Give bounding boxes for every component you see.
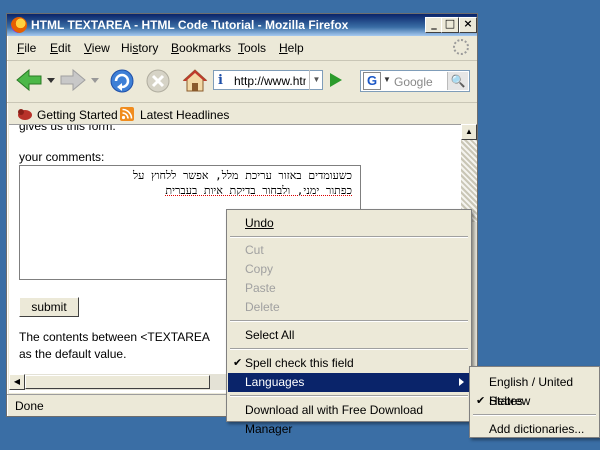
separator [230,395,468,397]
language-hebrew[interactable]: ✔ Hebrew [471,392,598,411]
checkmark-icon: ✔ [233,357,243,369]
status-text: Done [15,399,44,413]
firefox-logo-icon [11,17,27,33]
cut-off-text: gives us this form: [19,124,116,133]
horizontal-scrollbar[interactable]: ◀ [9,374,229,390]
go-icon[interactable] [330,73,342,87]
comments-label: your comments: [19,150,105,164]
menu-tools[interactable]: Tools [238,41,266,55]
misspelled-word[interactable]: בעברית [165,184,197,197]
url-dropdown-button[interactable]: ▼ [309,70,323,90]
bookmark-getting-started[interactable]: Getting Started [37,108,118,122]
menu-delete: Delete [245,300,280,314]
menu-cut: Cut [245,243,264,257]
back-button[interactable] [15,68,55,92]
context-menu: Undo Cut Copy Paste Delete Select All ✔ S… [226,209,472,436]
menu-select-all[interactable]: Select All [228,326,470,345]
title-bar[interactable]: HTML TEXTAREA - HTML Code Tutorial - Moz… [7,14,477,36]
textarea-line-2: כפתור ימני, ולבחור בדיקת איות בעברית [28,183,352,198]
checkmark-icon: ✔ [476,395,486,407]
submit-button[interactable]: submit [19,297,79,317]
menu-languages[interactable]: Languages [228,373,470,392]
textarea-line-2-a: כפתור ימני, ולבחור בדיקת איות [197,184,352,197]
info-icon: i [218,73,223,88]
menu-spell-check[interactable]: ✔ Spell check this field [228,354,470,373]
body-text-line-2: as the default value. [19,347,127,361]
engine-dropdown-icon[interactable]: ▼ [383,75,391,84]
maximize-button[interactable]: □ [441,17,459,33]
menu-view[interactable]: View [84,41,110,55]
close-button[interactable]: × [459,17,477,33]
menu-undo[interactable]: Undo [228,214,470,233]
add-dictionaries[interactable]: Add dictionaries... [471,420,598,439]
menu-copy: Copy [245,262,274,276]
submenu-arrow-icon [459,378,464,386]
separator [230,348,468,350]
google-engine-icon[interactable]: G [363,72,381,90]
separator [473,414,596,416]
menu-file[interactable]: File [17,41,36,55]
separator [230,320,468,322]
navigation-toolbar: i http://www.htmlcodetutorial.com ▼ G ▼ … [7,60,477,101]
bookmark-latest-headlines[interactable]: Latest Headlines [140,108,229,122]
forward-button[interactable] [59,68,99,92]
url-text: http://www.htmlcodetutorial.com [234,74,306,88]
stop-icon[interactable] [145,68,171,94]
languages-submenu: English / United States ✔ Hebrew Add dict… [469,366,600,438]
separator [230,236,468,238]
reload-icon[interactable] [109,68,135,94]
search-icon[interactable]: 🔍 [447,72,468,90]
menu-history[interactable]: History [121,41,158,55]
scroll-left-button[interactable]: ◀ [9,374,25,390]
url-field[interactable]: i http://www.htmlcodetutorial.com [213,70,323,90]
getting-started-icon [18,109,32,120]
search-field[interactable]: G ▼ Google 🔍 [360,70,470,92]
scroll-up-button[interactable]: ▲ [461,124,477,140]
throbber-icon [453,39,469,55]
menu-bar: File Edit View History Bookmarks Tools H… [7,36,477,58]
menu-help[interactable]: Help [279,41,304,55]
horizontal-scroll-thumb[interactable] [25,375,210,389]
search-placeholder: Google [394,75,433,89]
home-icon[interactable] [182,68,208,94]
menu-edit[interactable]: Edit [50,41,71,55]
language-english-us[interactable]: English / United States [471,373,598,408]
textarea-line-1: כשעומדים באזור עריכת מלל, אפשר ללחוץ על [133,169,352,182]
body-text-line-1: The contents between <TEXTAREA [19,330,210,344]
window-title: HTML TEXTAREA - HTML Code Tutorial - Moz… [31,18,349,32]
rss-feed-icon [120,107,134,121]
menu-bookmarks[interactable]: Bookmarks [171,41,231,55]
menu-paste: Paste [245,281,276,295]
menu-download-all[interactable]: Download all with Free Download Manager [228,401,470,436]
bookmarks-toolbar: Getting Started Latest Headlines [7,102,477,125]
